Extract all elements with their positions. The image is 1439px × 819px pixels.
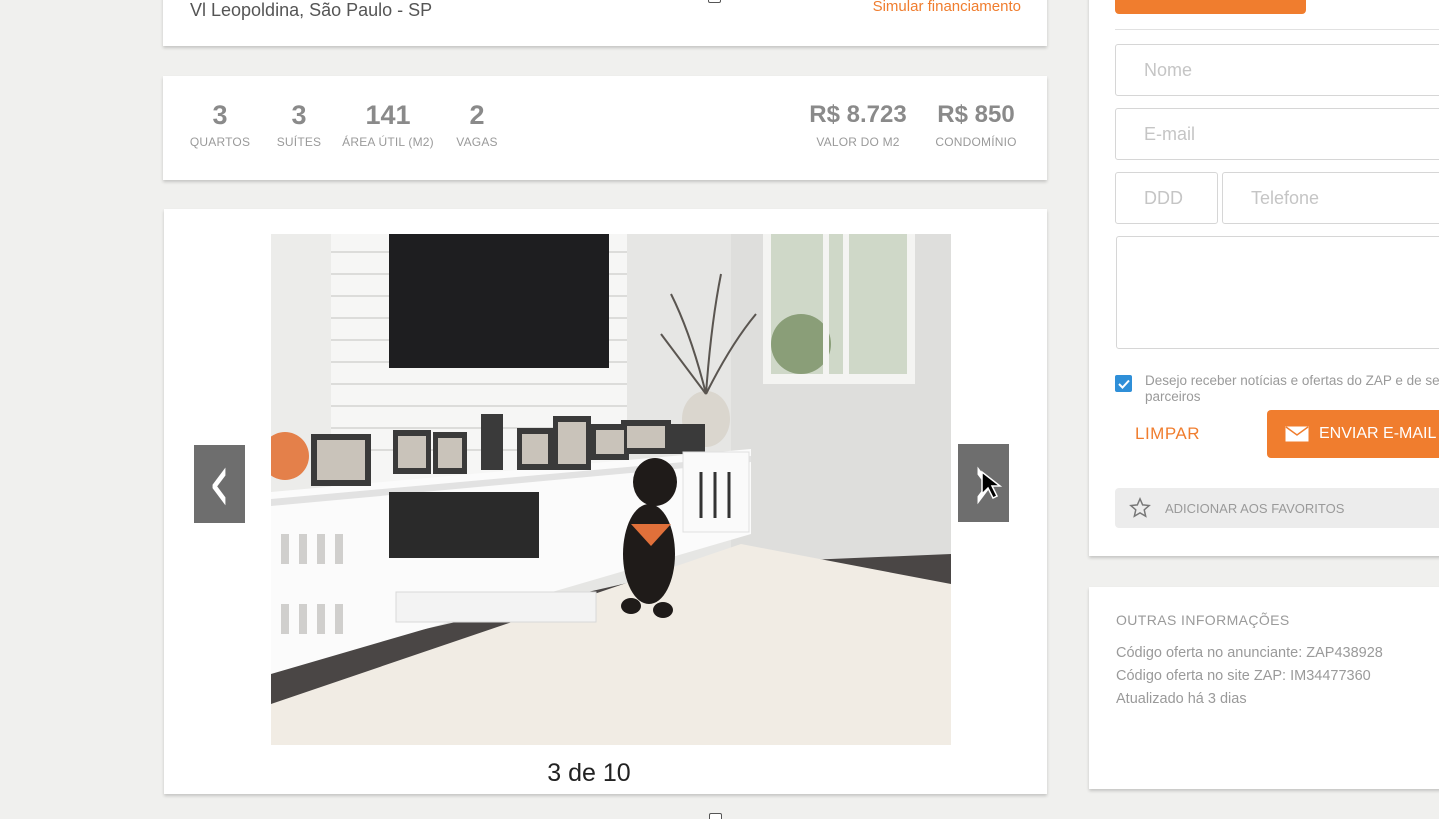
advertiser-offer-code: Código oferta no anunciante: ZAP438928 <box>1116 645 1383 661</box>
contact-advertiser-button[interactable] <box>1115 0 1306 14</box>
stat-parking: 2 VAGAS <box>455 98 499 149</box>
stat-value: 2 <box>469 100 485 130</box>
send-email-label: ENVIAR E-MAIL <box>1319 425 1437 442</box>
stat-value: R$ 850 <box>937 101 1015 128</box>
newsletter-checkbox[interactable] <box>1115 375 1132 392</box>
living-room-photo <box>271 234 951 745</box>
stat-label: CONDOMÍNIO <box>935 135 1017 149</box>
stat-label: SUÍTES <box>276 135 322 149</box>
property-photo <box>271 234 951 745</box>
stat-label: VALOR DO M2 <box>816 135 900 149</box>
photo-counter: 3 de 10 <box>547 759 631 787</box>
stat-label: VAGAS <box>456 135 498 149</box>
name-field[interactable]: Nome <box>1115 44 1439 96</box>
mouse-cursor-icon <box>981 470 1003 500</box>
divider <box>1115 29 1439 30</box>
stat-value: 141 <box>365 100 411 130</box>
stat-bedrooms: 3 QUARTOS <box>189 98 251 149</box>
photo-gallery-card: ‹ › 3 de 10 <box>164 209 1047 794</box>
stat-value: 3 <box>291 100 307 130</box>
area-code-field[interactable]: DDD <box>1115 172 1218 224</box>
contact-form-card: Nome E-mail DDD Telefone Desejo receber … <box>1089 0 1439 556</box>
favorites-label: ADICIONAR AOS FAVORITOS <box>1165 500 1345 516</box>
newsletter-label: Desejo receber notícias e ofertas do ZAP… <box>1145 373 1439 404</box>
stat-area: 141 ÁREA ÚTIL (M2) <box>340 98 436 149</box>
email-field[interactable]: E-mail <box>1115 108 1439 160</box>
stat-label: QUARTOS <box>189 135 251 149</box>
envelope-icon <box>1285 426 1309 442</box>
address-card: Vl Leopoldina, São Paulo - SP Simular fi… <box>163 0 1047 46</box>
site-offer-code: Código oferta no site ZAP: IM34477360 <box>1116 668 1371 684</box>
simulate-financing-link[interactable]: Simular financiamento <box>873 0 1021 15</box>
clear-button[interactable]: LIMPAR <box>1135 424 1200 444</box>
stat-value: R$ 8.723 <box>809 101 907 128</box>
phone-field[interactable]: Telefone <box>1222 172 1439 224</box>
property-stats-card: 3 QUARTOS 3 SUÍTES 141 ÁREA ÚTIL (M2) 2 … <box>163 76 1047 180</box>
message-textarea[interactable] <box>1116 236 1439 349</box>
property-address: Vl Leopoldina, São Paulo - SP <box>190 0 433 20</box>
stat-value: 3 <box>212 100 228 130</box>
send-email-button[interactable]: ENVIAR E-MAIL <box>1267 410 1439 458</box>
star-icon <box>1129 497 1151 518</box>
stat-price-per-m2: R$ 8.723 VALOR DO M2 <box>803 98 913 149</box>
updated-text: Atualizado há 3 dias <box>1116 691 1247 707</box>
other-info-card: OUTRAS INFORMAÇÕES Código oferta no anun… <box>1089 587 1439 789</box>
other-info-title: OUTRAS INFORMAÇÕES <box>1116 612 1290 628</box>
stat-condo-fee: R$ 850 CONDOMÍNIO <box>931 98 1021 149</box>
bottom-handle <box>709 813 722 819</box>
add-to-favorites-button[interactable]: ADICIONAR AOS FAVORITOS <box>1115 488 1439 528</box>
checkmark-icon <box>1117 379 1130 389</box>
stat-label: ÁREA ÚTIL (M2) <box>342 135 434 149</box>
compare-checkbox[interactable] <box>708 0 721 3</box>
previous-photo-button[interactable]: ‹ <box>194 434 245 532</box>
stat-suites: 3 SUÍTES <box>273 98 325 149</box>
chevron-left-icon: ‹ <box>208 434 231 532</box>
